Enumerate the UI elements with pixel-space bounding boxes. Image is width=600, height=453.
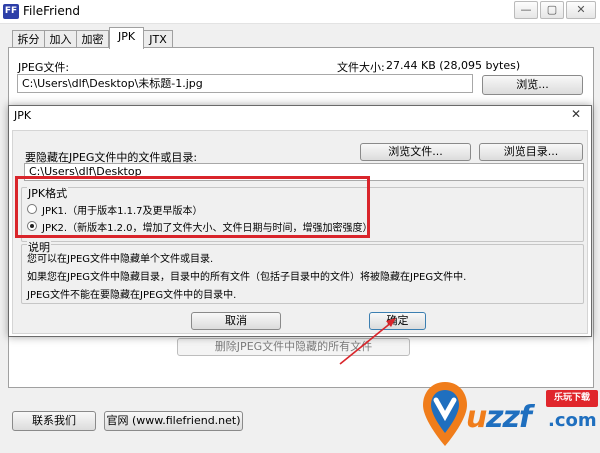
watermark-badge: 乐玩下载 bbox=[546, 390, 598, 407]
watermark-logo: u zzf 乐玩下载 .com bbox=[420, 378, 600, 453]
watermark-letters: zzf bbox=[486, 400, 532, 435]
watermark-domain: .com bbox=[548, 410, 597, 431]
watermark-pin-icon bbox=[423, 382, 467, 446]
watermark-letter-u: u bbox=[466, 400, 487, 435]
